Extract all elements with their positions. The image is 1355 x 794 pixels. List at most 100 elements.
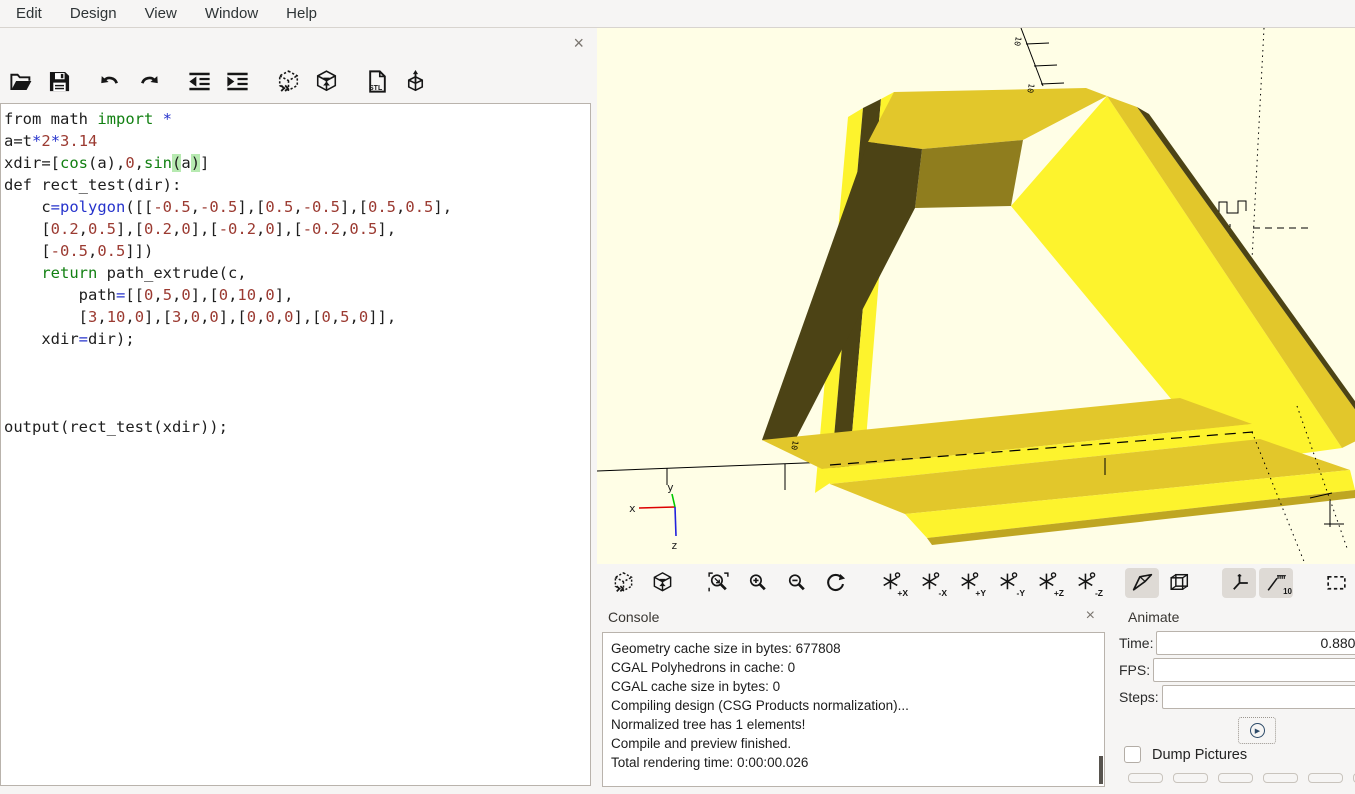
orthogonal-button[interactable] [1162, 568, 1196, 598]
fps-input[interactable] [1153, 658, 1355, 682]
axis-y-label: y [667, 481, 674, 494]
export-stl-inline-label: STL [369, 85, 382, 92]
display-root-icon [402, 68, 429, 95]
animate-slot[interactable] [1263, 773, 1298, 783]
console-scrollbar[interactable] [1099, 756, 1103, 784]
export-stl-button[interactable]: STL [362, 66, 392, 96]
code-line [4, 372, 590, 394]
zoom-out-icon [784, 570, 809, 595]
unindent-button[interactable] [184, 66, 214, 96]
menu-window[interactable]: Window [191, 2, 272, 25]
fps-label: FPS: [1119, 662, 1153, 678]
animate-slot[interactable] [1218, 773, 1253, 783]
close-icon[interactable]: × [1086, 609, 1095, 623]
axis-x-label: x [629, 502, 636, 515]
close-icon[interactable]: × [573, 36, 584, 50]
play-icon: ▶ [1250, 723, 1265, 738]
view-minus-y-button[interactable]: -Y [995, 570, 1021, 596]
show-scale-button[interactable]: 10 [1259, 568, 1293, 598]
console-line: Geometry cache size in bytes: 677808 [611, 639, 1096, 658]
code-line: [3,10,0],[3,0,0],[0,0,0],[0,5,0]], [4, 306, 590, 328]
svg-text:10: 10 [789, 440, 800, 451]
code-line: path=[[0,5,0],[0,10,0], [4, 284, 590, 306]
menu-help[interactable]: Help [272, 2, 331, 25]
undo-icon [97, 68, 124, 95]
zoom-all-button[interactable] [705, 570, 731, 596]
axis-z-label: z [671, 539, 678, 552]
steps-input[interactable] [1162, 685, 1355, 709]
view-plus-x-button[interactable]: +X [878, 570, 904, 596]
save-button[interactable] [44, 66, 74, 96]
svg-text:10: 10 [1025, 83, 1036, 94]
orthogonal-icon [1167, 570, 1192, 595]
time-row: Time: [1119, 631, 1355, 655]
redo-icon [135, 68, 162, 95]
render-icon [313, 68, 340, 95]
open-button[interactable] [6, 66, 36, 96]
axis-view-inline-label: -Z [1095, 588, 1103, 598]
preview-icon [275, 68, 302, 95]
code-line [4, 394, 590, 416]
animate-slots [1128, 773, 1355, 783]
steps-row: Steps: [1119, 685, 1355, 709]
code-line: return path_extrude(c, [4, 262, 590, 284]
render-button[interactable] [311, 66, 341, 96]
viewport-toolbar: +X -X +Y -Y +Z -Z 10 [597, 564, 1355, 601]
menu-design[interactable]: Design [56, 2, 131, 25]
view-plus-y-button[interactable]: +Y [956, 570, 982, 596]
code-line: def rect_test(dir): [4, 174, 590, 196]
menu-view[interactable]: View [131, 2, 191, 25]
code-line: from math import * [4, 108, 590, 130]
axis-indicator: x y z [629, 481, 678, 552]
zoom-in-button[interactable] [744, 570, 770, 596]
unindent-icon [186, 68, 213, 95]
reset-view-button[interactable] [822, 570, 848, 596]
view-minus-z-button[interactable]: -Z [1073, 570, 1099, 596]
menu-edit[interactable]: Edit [2, 2, 56, 25]
console-panel: Console × Geometry cache size in bytes: … [598, 601, 1110, 794]
select-box-button[interactable] [1323, 570, 1349, 596]
console-line: Normalized tree has 1 elements! [611, 715, 1096, 734]
show-axes-icon [1227, 570, 1252, 595]
animate-slot[interactable] [1173, 773, 1208, 783]
play-button[interactable]: ▶ [1238, 717, 1276, 744]
code-line: a=t*2*3.14 [4, 130, 590, 152]
viewport-canvas[interactable]: 10 10 10 x y z [597, 28, 1355, 564]
perspective-button[interactable] [1125, 568, 1159, 598]
model-3d [762, 88, 1355, 545]
dump-pictures-label: Dump Pictures [1152, 747, 1247, 763]
code-line: c=polygon([[-0.5,-0.5],[0.5,-0.5],[0.5,0… [4, 196, 590, 218]
dump-pictures-checkbox[interactable] [1124, 746, 1141, 763]
console-line: Compiling design (CSG Products normaliza… [611, 696, 1096, 715]
console-line: Compile and preview finished. [611, 734, 1096, 753]
animate-slot[interactable] [1128, 773, 1163, 783]
console-log[interactable]: Geometry cache size in bytes: 677808CGAL… [602, 632, 1105, 787]
open-icon [8, 68, 35, 95]
indent-button[interactable] [222, 66, 252, 96]
time-input[interactable] [1156, 631, 1355, 655]
view-minus-x-button[interactable]: -X [917, 570, 943, 596]
fps-row: FPS: [1119, 658, 1355, 682]
code-line: xdir=dir); [4, 328, 590, 350]
show-axes-button[interactable] [1222, 568, 1256, 598]
preview-button[interactable] [273, 66, 303, 96]
svg-text:10: 10 [1012, 36, 1023, 47]
zoom-all-icon [706, 570, 731, 595]
redo-button[interactable] [133, 66, 163, 96]
axis-view-inline-label: +Y [975, 588, 986, 598]
editor-panel: × STL from math import *a=t*2*3.14xdir=[… [0, 28, 597, 794]
render-button[interactable] [649, 570, 675, 596]
save-icon [46, 68, 73, 95]
animate-title: Animate [1128, 609, 1179, 625]
undo-button[interactable] [95, 66, 125, 96]
preview-button[interactable] [610, 570, 636, 596]
code-editor[interactable]: from math import *a=t*2*3.14xdir=[cos(a)… [0, 103, 591, 786]
time-label: Time: [1119, 635, 1156, 651]
viewport-3d[interactable]: 10 10 10 x y z [597, 28, 1355, 564]
display-root-button[interactable] [400, 66, 430, 96]
animate-slot[interactable] [1308, 773, 1343, 783]
dump-pictures-row: Dump Pictures [1124, 746, 1247, 763]
code-line [4, 350, 590, 372]
zoom-out-button[interactable] [783, 570, 809, 596]
view-plus-z-button[interactable]: +Z [1034, 570, 1060, 596]
